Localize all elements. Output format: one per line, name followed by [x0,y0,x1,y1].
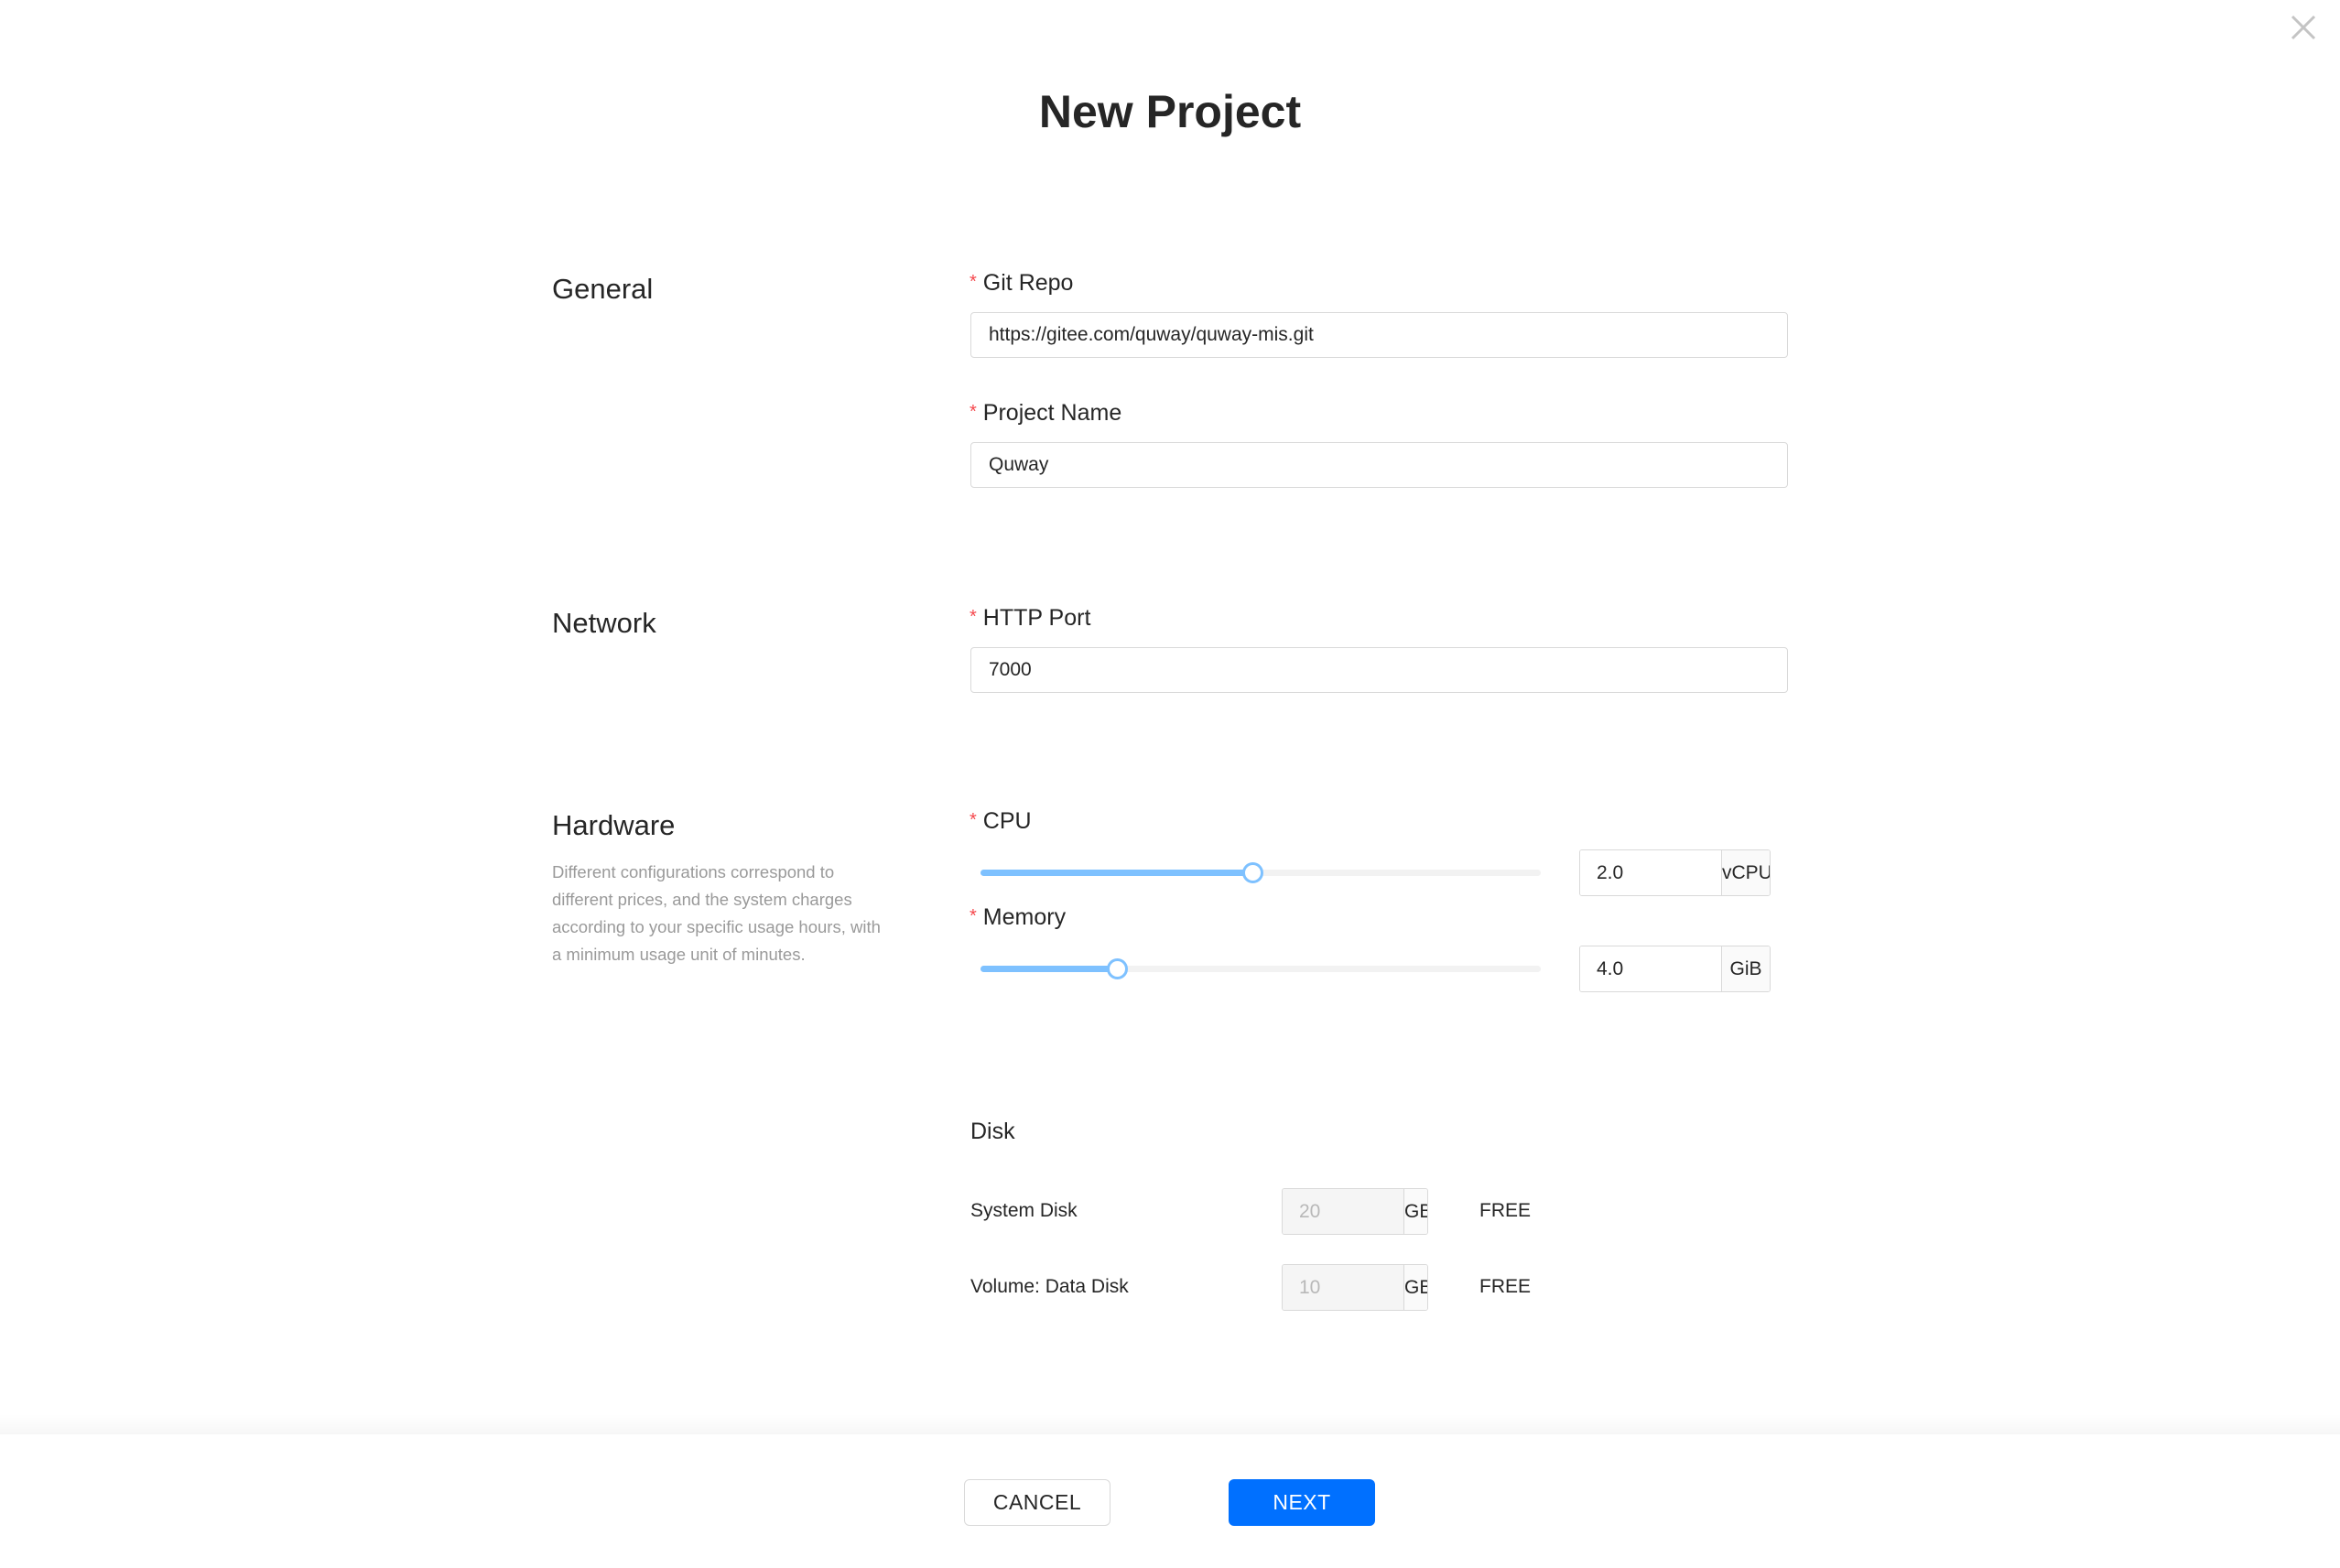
memory-slider[interactable] [980,955,1541,982]
section-title-general: General [552,273,654,305]
disk-label: Disk [970,1119,1015,1144]
http-port-label: * HTTP Port [970,602,1090,635]
git-repo-label-text: Git Repo [982,270,1074,296]
required-marker: * [970,402,977,422]
data-disk-input-group: GB [1282,1264,1428,1311]
http-port-label-text: HTTP Port [982,605,1091,631]
memory-input-group: GiB [1579,946,1771,992]
system-disk-label: System Disk [970,1200,1078,1221]
http-port-input[interactable] [970,647,1788,693]
project-name-input[interactable] [970,442,1788,488]
memory-label: * Memory [970,902,1066,935]
hardware-description: Different configurations correspond to d… [552,862,881,964]
data-disk-unit: GB [1403,1265,1427,1310]
cpu-slider-handle[interactable] [1241,862,1263,883]
dialog-title: New Project [1038,86,1302,137]
required-marker: * [970,607,977,627]
project-name-label: * Project Name [970,397,1121,430]
close-icon [2291,15,2316,40]
memory-value-input[interactable] [1580,946,1721,991]
cpu-slider[interactable] [980,859,1541,886]
memory-slider-handle[interactable] [1106,958,1128,979]
system-disk-size-input [1283,1189,1403,1234]
data-disk-size-input [1283,1265,1403,1310]
footer-bar [0,1434,2340,1568]
git-repo-label: * Git Repo [970,267,1073,300]
cpu-label-text: CPU [982,808,1032,834]
data-disk-label: Volume: Data Disk [970,1276,1129,1297]
close-button[interactable] [2285,9,2322,46]
data-disk-price: FREE [1479,1276,1532,1297]
cancel-button[interactable]: CANCEL [964,1479,1110,1526]
memory-label-text: Memory [982,904,1067,930]
required-marker: * [970,272,977,292]
memory-slider-fill [980,966,1117,972]
memory-unit: GiB [1721,946,1770,991]
section-title-network: Network [552,607,656,639]
system-disk-price: FREE [1479,1200,1532,1221]
system-disk-input-group: GB [1282,1188,1428,1235]
cpu-slider-fill [980,870,1252,876]
next-button[interactable]: NEXT [1229,1479,1375,1526]
cpu-input-group: vCPU [1579,849,1771,896]
section-title-hardware: Hardware [552,809,676,841]
required-marker: * [970,810,977,830]
footer-divider [0,1414,2340,1434]
cpu-value-input[interactable] [1580,850,1721,895]
cpu-unit: vCPU [1721,850,1770,895]
system-disk-unit: GB [1403,1189,1427,1234]
required-marker: * [970,906,977,926]
cpu-label: * CPU [970,806,1032,838]
git-repo-input[interactable] [970,312,1788,358]
project-name-label-text: Project Name [982,400,1122,426]
